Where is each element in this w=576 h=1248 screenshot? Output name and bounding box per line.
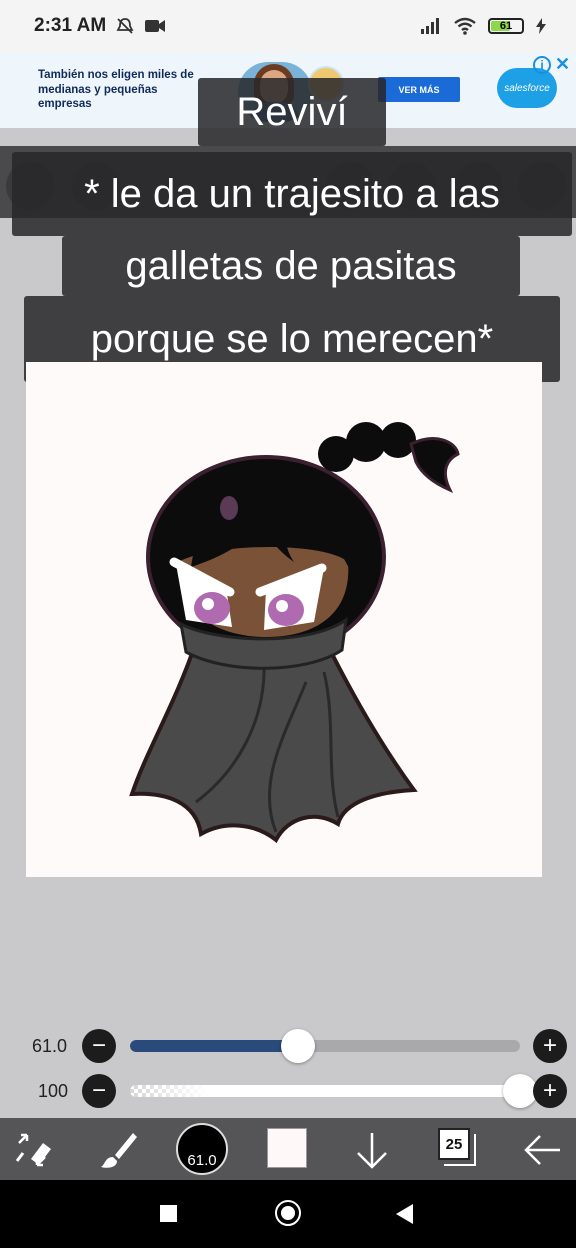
status-left: 2:31 AM: [34, 15, 166, 37]
brush-tool[interactable]: [94, 1126, 142, 1174]
brush-size-indicator[interactable]: 61.0: [176, 1123, 228, 1175]
drawing-canvas[interactable]: [26, 362, 542, 877]
salesforce-logo: salesforce: [497, 68, 557, 108]
brush-size-slider-thumb[interactable]: [280, 1029, 315, 1063]
brush-icon: [101, 1133, 137, 1168]
brush-size-slider-track[interactable]: [130, 1040, 520, 1052]
status-time: 2:31 AM: [34, 15, 107, 36]
charging-icon: [536, 18, 546, 34]
brush-size-indicator-label: 61.0: [187, 1152, 217, 1169]
opacity-slider-fill: [130, 1085, 520, 1097]
alarm-off-icon: [116, 18, 134, 34]
caption-line-1: * le da un trajesito a las: [12, 152, 572, 236]
back-arrow-icon: [524, 1135, 560, 1165]
brush-size-plus-button[interactable]: +: [533, 1029, 567, 1063]
opacity-slider-thumb[interactable]: [503, 1074, 537, 1108]
cookie-character-drawing: [129, 422, 460, 844]
battery-level: 61: [499, 20, 513, 32]
status-right: 61: [420, 17, 546, 35]
home-button[interactable]: [275, 1200, 301, 1226]
layers-button[interactable]: 25: [438, 1128, 470, 1160]
opacity-slider-track[interactable]: [130, 1085, 520, 1097]
opacity-value: 100: [38, 1081, 69, 1101]
opacity-slider-row: 100 − +: [0, 1073, 576, 1109]
brush-size-slider-row: 61.0 − +: [0, 1028, 576, 1064]
battery-icon: 61: [488, 18, 524, 34]
bottom-tool-bar: 61.0 25: [0, 1118, 576, 1180]
brush-size-minus-button[interactable]: −: [82, 1029, 116, 1063]
opacity-minus-button[interactable]: −: [82, 1074, 116, 1108]
video-camera-icon: [145, 20, 166, 32]
ad-info-icon[interactable]: i: [533, 56, 551, 74]
back-button[interactable]: [396, 1204, 413, 1224]
caption-line-2: galletas de pasitas: [62, 236, 520, 296]
back-tool[interactable]: [518, 1126, 566, 1174]
layer-down-tool[interactable]: [348, 1126, 396, 1174]
system-nav-bar: [0, 1180, 576, 1248]
opacity-plus-button[interactable]: +: [533, 1074, 567, 1108]
ad-cta-button[interactable]: VER MÁS: [378, 77, 460, 102]
caption-top: Reviví: [198, 78, 386, 146]
eraser-swap-icon: [15, 1133, 51, 1167]
ad-close-icon[interactable]: ✕: [555, 54, 570, 75]
eraser-swap-tool[interactable]: [8, 1126, 56, 1174]
ad-text: También nos eligen miles de medianas y p…: [38, 69, 194, 111]
brush-size-value: 61.0: [32, 1036, 68, 1056]
brush-size-slider-fill: [130, 1040, 298, 1052]
recents-button[interactable]: [160, 1205, 177, 1222]
status-bar: 2:31 AM 61: [0, 0, 576, 52]
signal-icon: [421, 18, 439, 34]
color-swatch[interactable]: [267, 1128, 307, 1168]
down-arrow-icon: [357, 1133, 387, 1169]
wifi-icon: [454, 17, 476, 35]
